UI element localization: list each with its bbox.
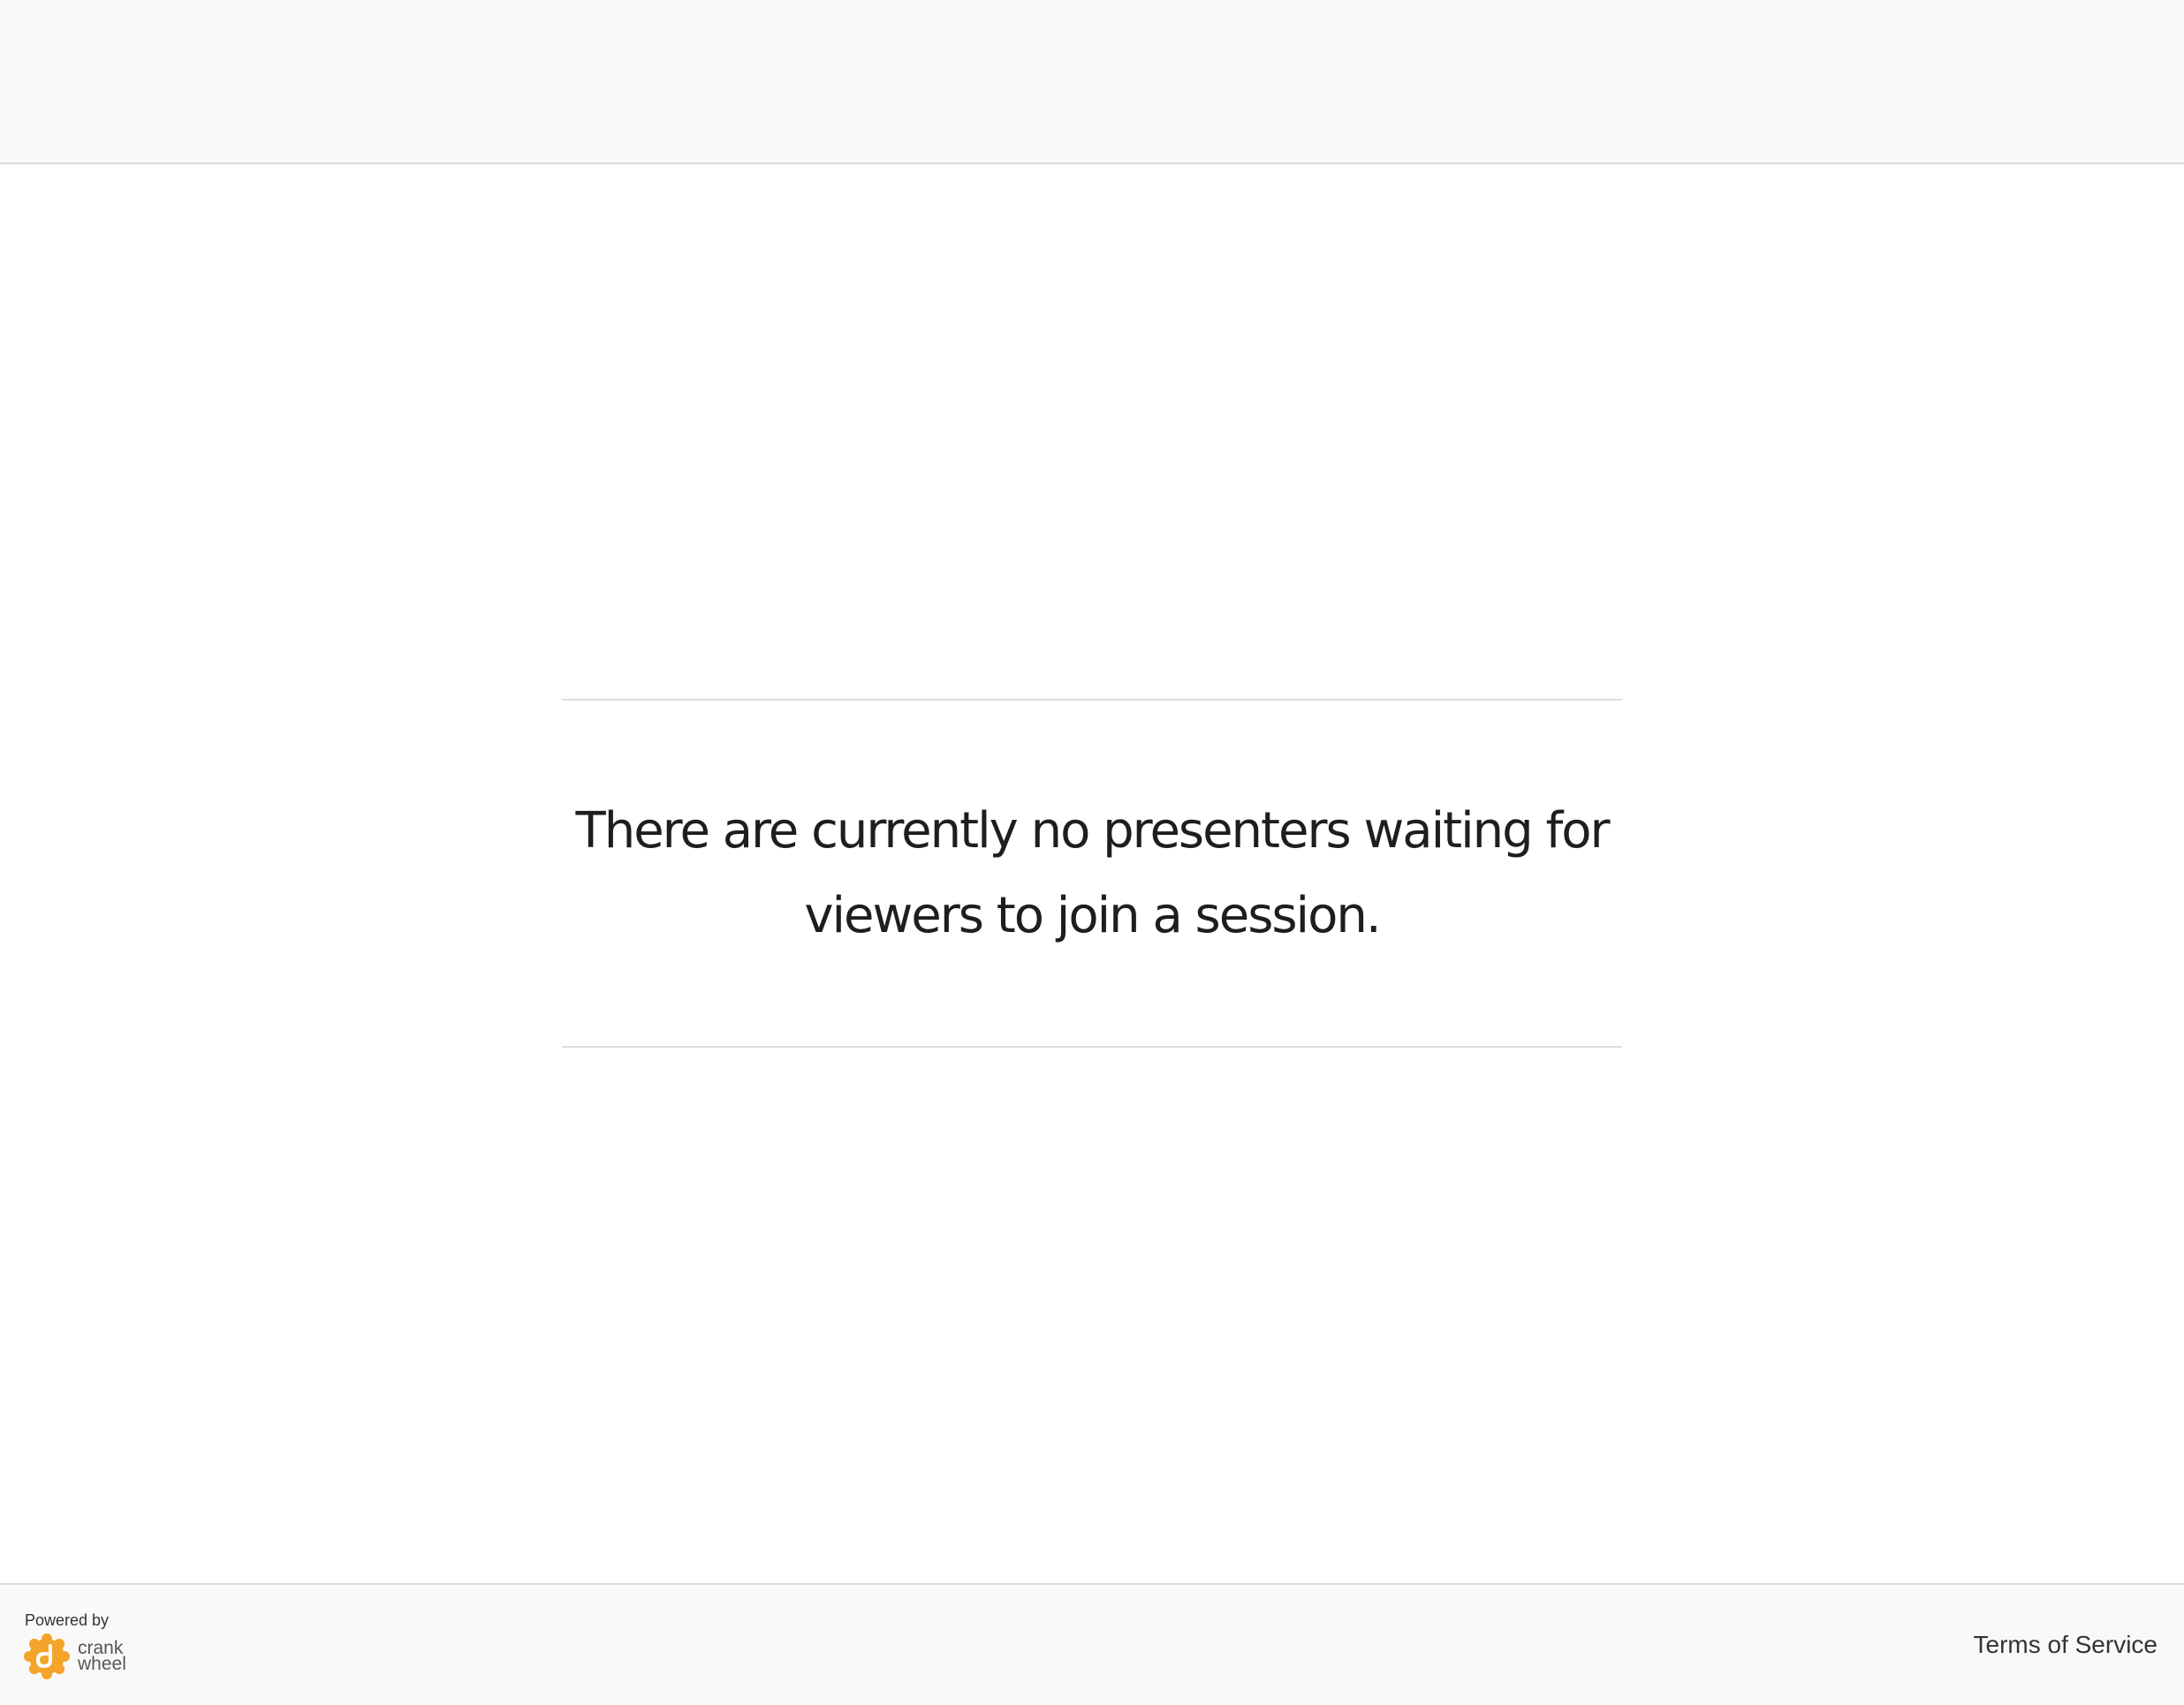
empty-state-panel: There are currently no presenters waitin… bbox=[562, 699, 1622, 1048]
crankwheel-wordmark: crank wheel bbox=[78, 1639, 126, 1674]
empty-state-message: There are currently no presenters waitin… bbox=[575, 801, 1611, 944]
page: There are currently no presenters waitin… bbox=[0, 0, 2184, 1705]
crankwheel-logo-icon bbox=[24, 1633, 70, 1679]
top-bar bbox=[0, 0, 2184, 164]
crankwheel-brand[interactable]: crank wheel bbox=[23, 1633, 126, 1680]
powered-by-label: Powered by bbox=[25, 1611, 110, 1629]
brand-line-2: wheel bbox=[78, 1654, 126, 1674]
footer: Powered by crank wheel Terms of Service bbox=[0, 1583, 2184, 1705]
terms-of-service-link[interactable]: Terms of Service bbox=[1974, 1631, 2158, 1659]
